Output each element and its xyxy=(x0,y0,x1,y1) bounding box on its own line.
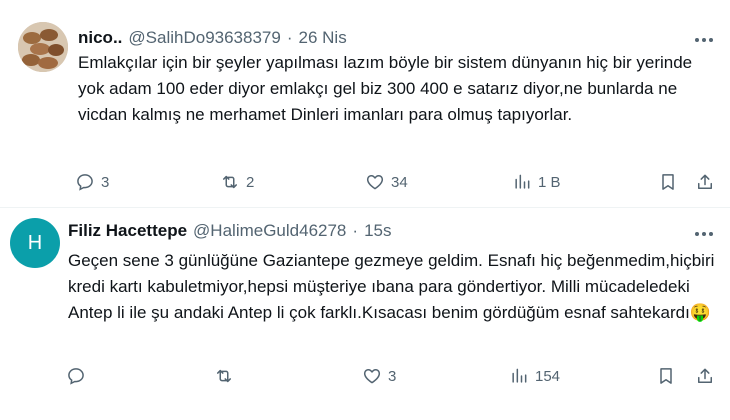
share-icon xyxy=(698,174,712,189)
views-button[interactable]: 154 xyxy=(509,366,560,386)
share-button[interactable] xyxy=(695,366,715,386)
bookmark-icon xyxy=(660,368,672,384)
view-count: 154 xyxy=(535,367,561,385)
avatar-image xyxy=(18,22,68,72)
share-icon xyxy=(698,368,712,383)
separator-dot: · xyxy=(352,221,359,240)
repost-icon xyxy=(217,369,231,383)
like-button[interactable]: 34 xyxy=(365,172,408,192)
tweet-header: nico.. @SalihDo93638379 · 26 Nis xyxy=(78,28,347,48)
tweet-text: Emlakçılar için bir şeyler yapılması laz… xyxy=(78,53,693,124)
avatar[interactable] xyxy=(18,22,68,72)
more-icon[interactable] xyxy=(692,224,716,244)
like-count: 34 xyxy=(391,173,408,191)
display-name[interactable]: Filiz Hacettepe xyxy=(68,221,187,241)
user-handle[interactable]: @HalimeGuld46278 xyxy=(193,221,346,241)
bookmark-button[interactable] xyxy=(658,172,678,192)
like-button[interactable]: 3 xyxy=(362,366,396,386)
views-icon xyxy=(515,174,530,189)
tweet-card[interactable]: nico.. @SalihDo93638379 · 26 Nis Emlakçı… xyxy=(0,0,730,208)
action-bar: 3 2 34 1 B xyxy=(75,172,720,196)
separator-dot: · xyxy=(286,28,293,47)
views-button[interactable]: 1 B xyxy=(512,172,561,192)
bookmark-icon xyxy=(662,174,674,190)
views-icon xyxy=(512,368,527,383)
user-handle[interactable]: @SalihDo93638379 xyxy=(128,28,280,48)
timestamp[interactable]: 26 Nis xyxy=(299,28,347,48)
repost-button[interactable] xyxy=(214,366,240,386)
reply-button[interactable]: 3 xyxy=(75,172,109,192)
reply-button[interactable] xyxy=(66,366,92,386)
like-icon xyxy=(366,175,384,190)
view-count: 1 B xyxy=(538,173,561,191)
like-icon xyxy=(363,369,381,384)
tweet-header: Filiz Hacettepe @HalimeGuld46278 · 15s xyxy=(68,221,391,241)
tweet-text: Geçen sene 3 günlüğüne Gaziantepe gezmey… xyxy=(68,251,715,322)
like-count: 3 xyxy=(388,367,397,385)
avatar-letter: H xyxy=(27,231,43,254)
reply-icon xyxy=(68,368,84,385)
action-bar: 3 154 xyxy=(66,366,720,390)
share-button[interactable] xyxy=(695,172,715,192)
repost-icon xyxy=(223,175,237,189)
reply-count: 3 xyxy=(101,173,110,191)
more-icon[interactable] xyxy=(692,30,716,50)
reply-icon xyxy=(77,174,93,191)
avatar[interactable]: H xyxy=(10,218,60,268)
tweet-card[interactable]: H Filiz Hacettepe @HalimeGuld46278 · 15s… xyxy=(0,208,730,420)
display-name[interactable]: nico.. xyxy=(78,28,122,48)
timestamp[interactable]: 15s xyxy=(364,221,391,241)
bookmark-button[interactable] xyxy=(656,366,676,386)
repost-count: 2 xyxy=(246,173,255,191)
repost-button[interactable]: 2 xyxy=(220,172,254,192)
